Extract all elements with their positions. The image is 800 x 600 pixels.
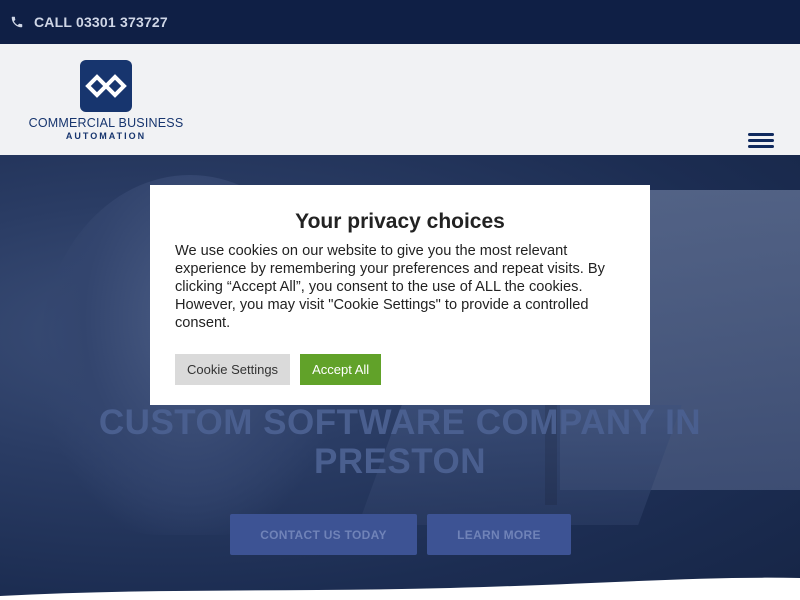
cookie-dialog-actions: Cookie Settings Accept All (175, 354, 625, 385)
brand-name: COMMERCIAL BUSINESS (28, 116, 184, 130)
cookie-dialog-body: We use cookies on our website to give yo… (175, 243, 605, 331)
site-header: COMMERCIAL BUSINESS AUTOMATION (0, 44, 800, 155)
company-logo[interactable]: COMMERCIAL BUSINESS AUTOMATION (24, 60, 188, 142)
cookie-consent-dialog: Your privacy choices We use cookies on o… (150, 185, 650, 405)
learn-more-button[interactable]: LEARN MORE (427, 514, 571, 555)
hero-bottom-wave (0, 577, 800, 600)
contact-us-button[interactable]: CONTACT US TODAY (230, 514, 417, 555)
cookie-settings-button[interactable]: Cookie Settings (175, 354, 291, 385)
accept-all-button[interactable]: Accept All (300, 354, 382, 385)
logo-mark-icon (80, 60, 132, 112)
hamburger-icon[interactable] (746, 130, 776, 156)
top-bar: CALL 03301 373727 (0, 0, 800, 44)
brand-subtitle: AUTOMATION (65, 131, 147, 141)
hero-title: CUSTOM SOFTWARE COMPANY IN PRESTON (98, 403, 702, 481)
phone-label: CALL 03301 373727 (34, 14, 168, 30)
phone-link[interactable]: CALL 03301 373727 (10, 14, 168, 30)
phone-icon (11, 16, 23, 28)
cookie-dialog-title: Your privacy choices (295, 210, 505, 233)
